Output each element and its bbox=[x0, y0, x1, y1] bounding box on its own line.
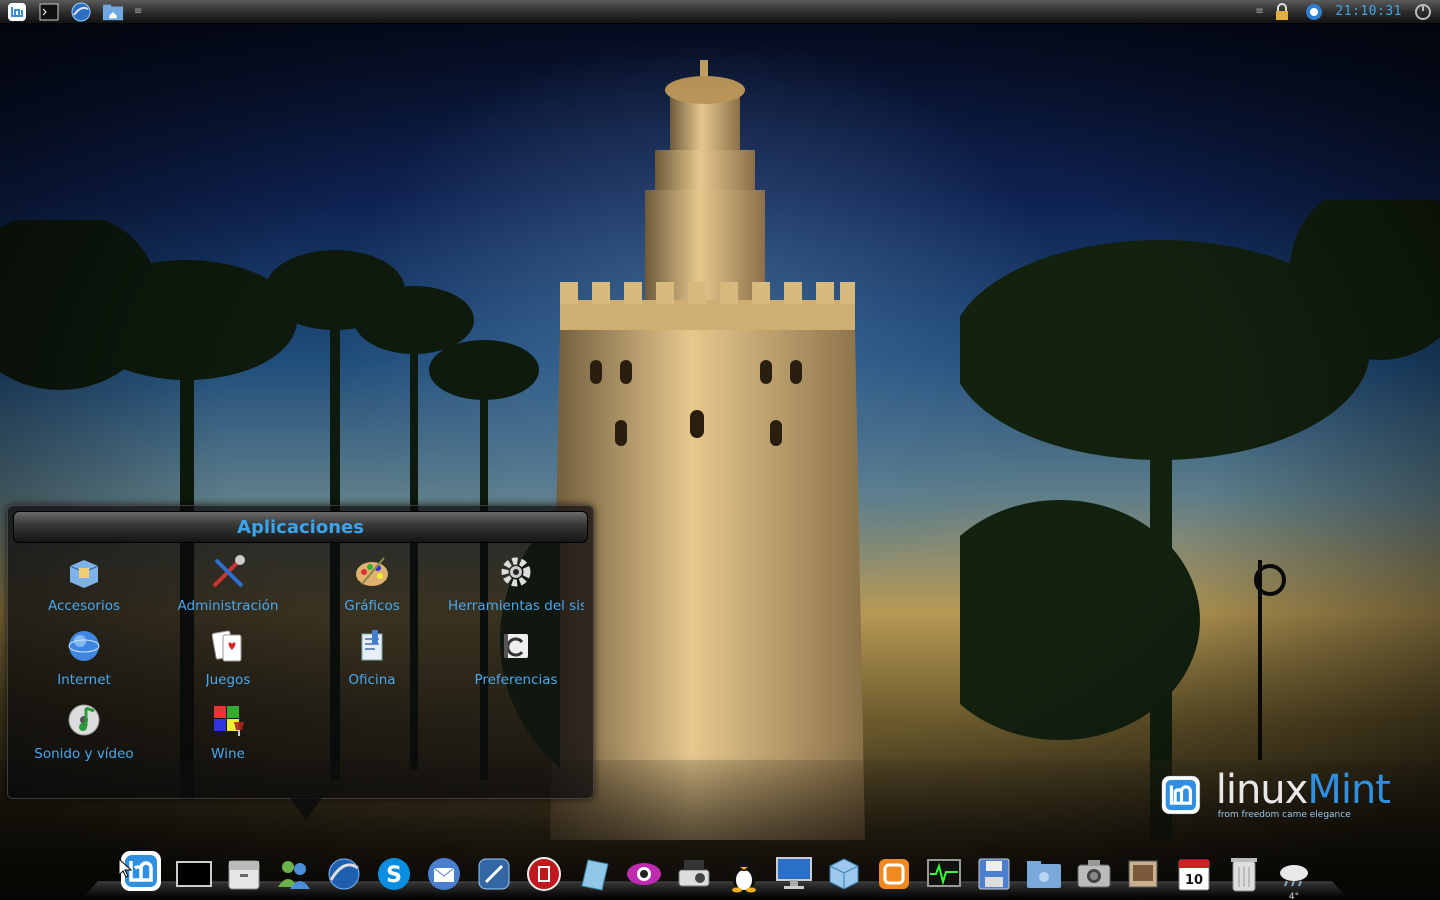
tray-handle-icon[interactable]: ≡ bbox=[1255, 6, 1263, 17]
system-monitor-icon[interactable] bbox=[924, 854, 964, 894]
app-category-label: Gráficos bbox=[344, 598, 400, 614]
games-icon bbox=[210, 628, 246, 664]
mouse-cursor-icon bbox=[118, 858, 132, 878]
weather-temperature: 4° bbox=[1288, 892, 1300, 900]
file-cabinet-icon[interactable] bbox=[224, 854, 264, 894]
app-category-label: Juegos bbox=[205, 672, 251, 688]
app-category-internet[interactable]: Internet bbox=[12, 624, 156, 698]
linux-mint-logo: linuxMint from freedom came elegance bbox=[1160, 760, 1391, 830]
applications-popup: Aplicaciones Accesorios Administración G… bbox=[7, 505, 594, 820]
applications-title: Aplicaciones bbox=[237, 516, 364, 538]
app-category-label: Administración bbox=[177, 598, 279, 614]
mint-logo-icon bbox=[1161, 775, 1201, 815]
camera-icon[interactable] bbox=[1074, 854, 1114, 894]
top-panel: ≡ ≡ 21:10:31 bbox=[0, 0, 1440, 24]
terminal-icon[interactable] bbox=[174, 854, 214, 894]
top-panel-launchers: ≡ bbox=[6, 0, 142, 24]
mint-wordmark: linuxMint bbox=[1215, 767, 1391, 813]
dock: S 10 4° bbox=[118, 842, 1328, 900]
graphics-icon bbox=[354, 554, 390, 590]
app-category-label: Sonido y vídeo bbox=[34, 746, 134, 762]
app-category-system-tools[interactable]: Herramientas del sis bbox=[444, 550, 588, 624]
mint-word-linux: linux bbox=[1215, 767, 1309, 813]
messenger-icon[interactable] bbox=[274, 854, 314, 894]
projector-icon[interactable] bbox=[674, 854, 714, 894]
media-player-icon[interactable] bbox=[474, 854, 514, 894]
accessories-icon bbox=[66, 554, 102, 590]
trash-icon[interactable] bbox=[1224, 854, 1264, 894]
app-category-label: Accesorios bbox=[47, 598, 121, 614]
top-panel-tray: ≡ 21:10:31 bbox=[1255, 0, 1434, 24]
system-tools-icon bbox=[498, 554, 534, 590]
save-icon[interactable] bbox=[974, 854, 1014, 894]
app-category-accessories[interactable]: Accesorios bbox=[12, 550, 156, 624]
app-category-graphics[interactable]: Gráficos bbox=[300, 550, 444, 624]
notes-icon[interactable] bbox=[574, 854, 614, 894]
app-category-label: Preferencias bbox=[474, 672, 558, 688]
mint-logo-text: linuxMint from freedom came elegance bbox=[1215, 767, 1391, 820]
app-category-label: Oficina bbox=[348, 672, 396, 688]
power-icon[interactable] bbox=[1412, 1, 1434, 23]
eye-icon[interactable] bbox=[624, 854, 664, 894]
calendar-icon[interactable]: 10 bbox=[1174, 854, 1214, 894]
preferences-icon bbox=[498, 628, 534, 664]
app-category-sound-video[interactable]: Sonido y vídeo bbox=[12, 698, 156, 772]
clock[interactable]: 21:10:31 bbox=[1335, 4, 1402, 19]
network-icon[interactable] bbox=[1303, 1, 1325, 23]
applications-header: Aplicaciones bbox=[13, 511, 588, 543]
app-category-games[interactable]: Juegos bbox=[156, 624, 300, 698]
app-category-label: Internet bbox=[57, 672, 111, 688]
browser-icon[interactable] bbox=[70, 1, 92, 23]
virtualbox-icon[interactable] bbox=[874, 854, 914, 894]
package-icon[interactable] bbox=[824, 854, 864, 894]
wine-icon bbox=[210, 702, 246, 738]
app-category-label: Herramientas del sis bbox=[448, 598, 584, 614]
mint-word-mint: Mint bbox=[1307, 767, 1391, 813]
app-category-administration[interactable]: Administración bbox=[156, 550, 300, 624]
internet-icon bbox=[66, 628, 102, 664]
record-icon[interactable] bbox=[524, 854, 564, 894]
svg-text:S: S bbox=[386, 863, 402, 888]
app-category-wine[interactable]: Wine bbox=[156, 698, 300, 772]
monitor-icon[interactable] bbox=[774, 854, 814, 894]
panel-handle-icon[interactable]: ≡ bbox=[134, 6, 142, 17]
tux-icon[interactable] bbox=[724, 854, 764, 894]
weather-icon[interactable]: 4° bbox=[1274, 854, 1314, 900]
app-category-label: Wine bbox=[211, 746, 245, 762]
browser-icon[interactable] bbox=[324, 854, 364, 894]
sound-video-icon bbox=[66, 702, 102, 738]
mint-tagline: from freedom came elegance bbox=[1217, 810, 1351, 820]
app-category-office[interactable]: Oficina bbox=[300, 624, 444, 698]
app-category-preferences[interactable]: Preferencias bbox=[444, 624, 588, 698]
email-icon[interactable] bbox=[424, 854, 464, 894]
mint-menu-icon[interactable] bbox=[6, 1, 28, 23]
applications-grid: Accesorios Administración Gráficos Herra… bbox=[12, 550, 588, 772]
photos-icon[interactable] bbox=[1124, 854, 1164, 894]
folder-icon[interactable] bbox=[1024, 854, 1064, 894]
skype-icon[interactable]: S bbox=[374, 854, 414, 894]
terminal-icon[interactable] bbox=[38, 1, 60, 23]
administration-icon bbox=[210, 554, 246, 590]
office-icon bbox=[354, 628, 390, 664]
home-folder-icon[interactable] bbox=[102, 1, 124, 23]
lock-icon[interactable] bbox=[1271, 1, 1293, 23]
calendar-day: 10 bbox=[1185, 873, 1203, 888]
